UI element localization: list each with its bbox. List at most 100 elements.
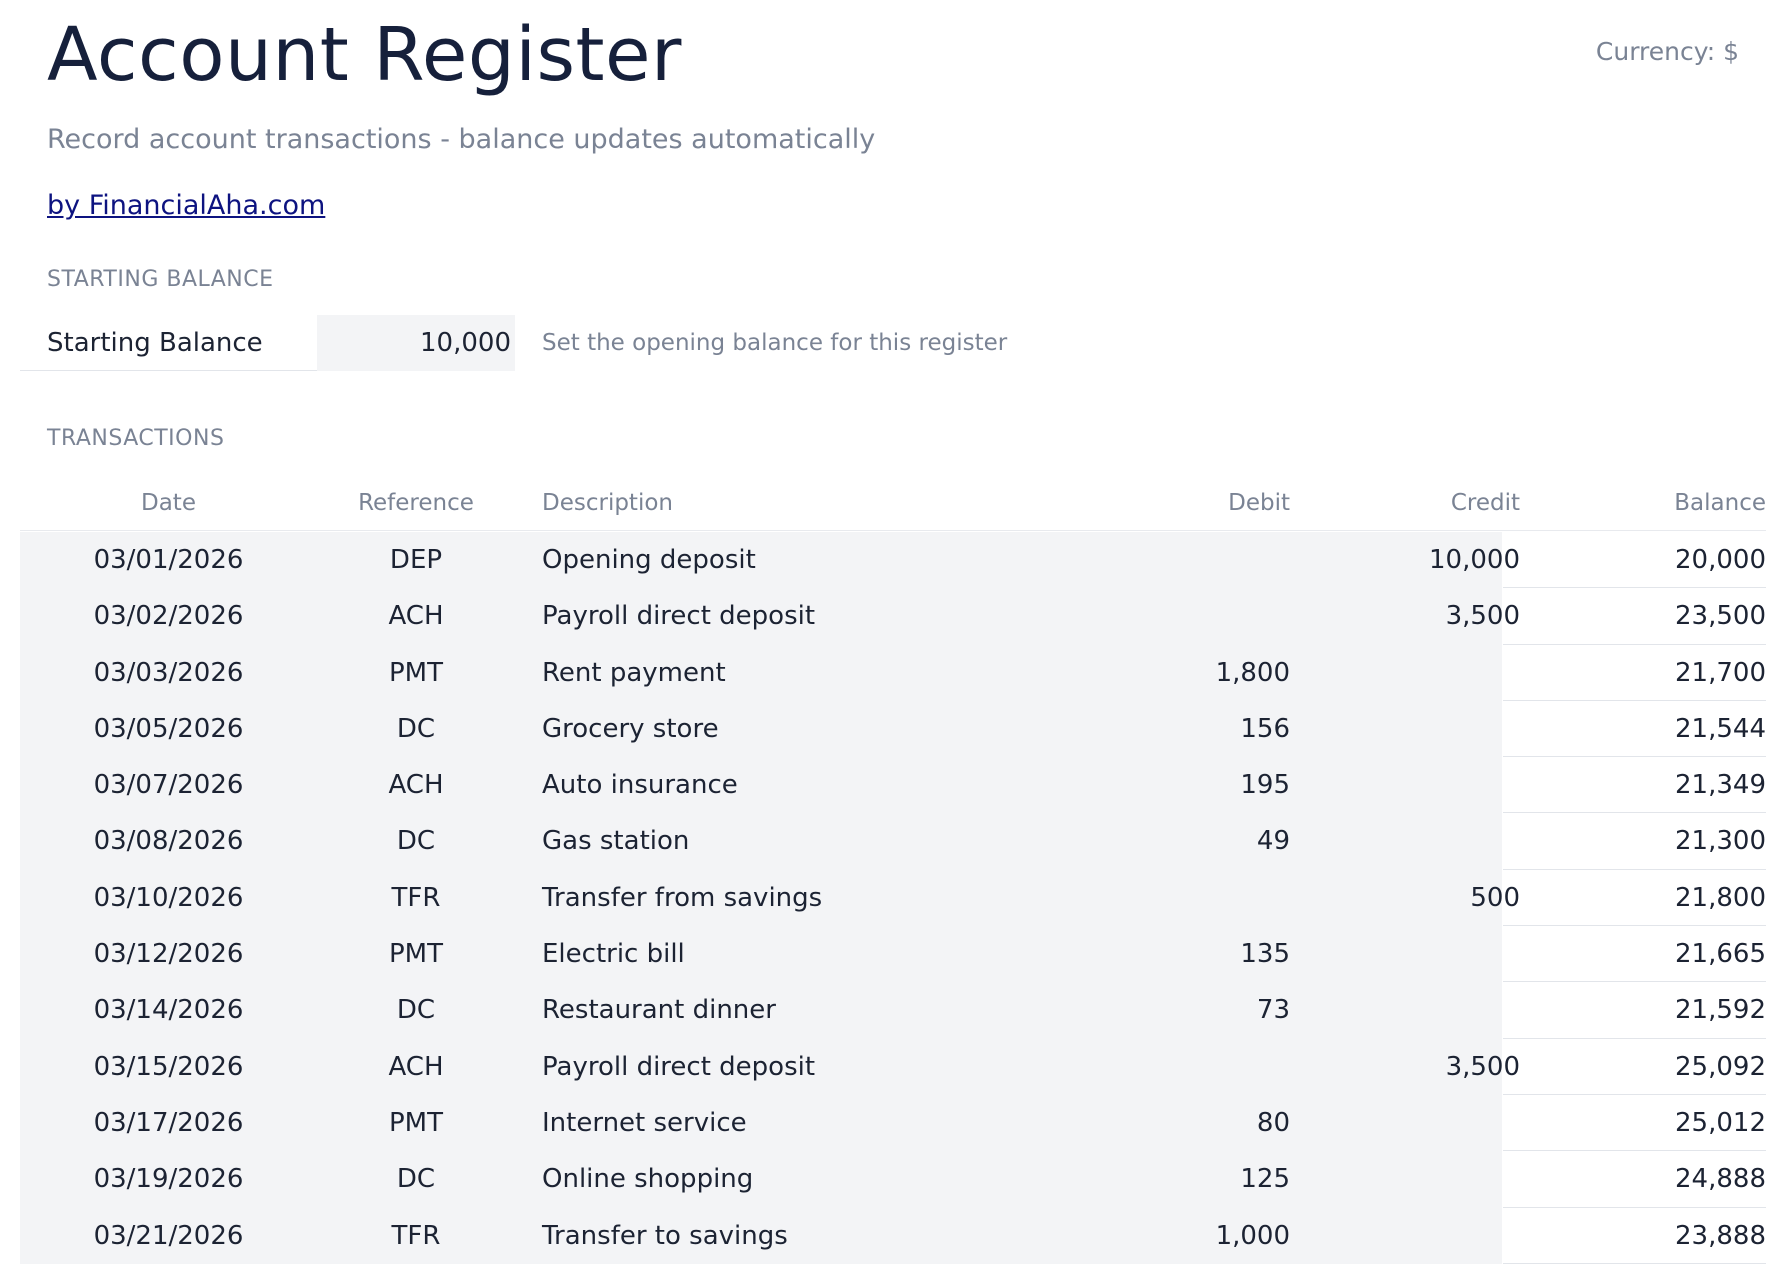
credit-cell[interactable]: 3,500 (1290, 588, 1520, 644)
column-header-date: Date (141, 490, 196, 516)
column-header-reference: Reference (358, 490, 474, 516)
description-cell[interactable]: Payroll direct deposit (542, 1039, 815, 1095)
date-cell[interactable]: 03/17/2026 (20, 1095, 317, 1151)
credit-cell[interactable] (1290, 982, 1520, 1038)
table-row: 03/03/2026 PMT Rent payment 1,800 21,700 (20, 644, 1766, 701)
balance-cell: 21,592 (1503, 982, 1766, 1039)
credit-cell[interactable] (1290, 1208, 1520, 1264)
table-row: 03/19/2026 DC Online shopping 125 24,888 (20, 1151, 1766, 1208)
date-cell[interactable]: 03/08/2026 (20, 813, 317, 869)
description-cell[interactable]: Online shopping (542, 1151, 753, 1207)
table-row: 03/08/2026 DC Gas station 49 21,300 (20, 813, 1766, 870)
debit-cell[interactable]: 156 (1150, 701, 1290, 757)
reference-cell[interactable]: ACH (317, 1039, 515, 1095)
debit-cell[interactable]: 1,800 (1150, 645, 1290, 701)
reference-cell[interactable]: DC (317, 1151, 515, 1207)
description-cell[interactable]: Payroll direct deposit (542, 588, 815, 644)
description-cell[interactable]: Opening deposit (542, 532, 756, 588)
date-cell[interactable]: 03/10/2026 (20, 870, 317, 926)
financialaha-link[interactable]: by FinancialAha.com (47, 190, 325, 221)
date-cell[interactable]: 03/03/2026 (20, 645, 317, 701)
reference-cell[interactable]: ACH (317, 757, 515, 813)
debit-cell[interactable]: 125 (1150, 1151, 1290, 1207)
page-subtitle: Record account transactions - balance up… (47, 124, 876, 155)
reference-cell[interactable]: PMT (317, 1095, 515, 1151)
description-cell[interactable]: Grocery store (542, 701, 719, 757)
debit-cell[interactable] (1150, 532, 1290, 588)
reference-cell[interactable]: DEP (317, 532, 515, 588)
page-title: Account Register (47, 12, 682, 98)
balance-cell: 21,544 (1503, 701, 1766, 758)
description-cell[interactable]: Transfer to savings (542, 1208, 788, 1264)
date-cell[interactable]: 03/02/2026 (20, 588, 317, 644)
date-cell[interactable]: 03/21/2026 (20, 1208, 317, 1264)
balance-cell: 21,349 (1503, 757, 1766, 814)
column-header-debit: Debit (1228, 490, 1290, 516)
debit-cell[interactable]: 135 (1150, 926, 1290, 982)
date-cell[interactable]: 03/19/2026 (20, 1151, 317, 1207)
credit-cell[interactable] (1290, 701, 1520, 757)
balance-cell: 21,665 (1503, 926, 1766, 983)
balance-cell: 23,888 (1503, 1208, 1766, 1264)
date-cell[interactable]: 03/05/2026 (20, 701, 317, 757)
credit-cell[interactable]: 500 (1290, 870, 1520, 926)
credit-cell[interactable]: 3,500 (1290, 1039, 1520, 1095)
transactions-section-label: TRANSACTIONS (47, 426, 225, 451)
table-row: 03/02/2026 ACH Payroll direct deposit 3,500… (20, 588, 1766, 645)
starting-balance-input[interactable] (317, 315, 515, 371)
description-cell[interactable]: Rent payment (542, 645, 726, 701)
date-cell[interactable]: 03/14/2026 (20, 982, 317, 1038)
reference-cell[interactable]: PMT (317, 926, 515, 982)
reference-cell[interactable]: DC (317, 982, 515, 1038)
table-row: 03/14/2026 DC Restaurant dinner 73 21,592 (20, 982, 1766, 1039)
date-cell[interactable]: 03/12/2026 (20, 926, 317, 982)
reference-cell[interactable]: TFR (317, 1208, 515, 1264)
debit-cell[interactable] (1150, 588, 1290, 644)
debit-cell[interactable] (1150, 1039, 1290, 1095)
table-row: 03/17/2026 PMT Internet service 80 25,012 (20, 1094, 1766, 1152)
debit-cell[interactable] (1150, 870, 1290, 926)
credit-cell[interactable] (1290, 645, 1520, 701)
debit-cell[interactable]: 195 (1150, 757, 1290, 813)
table-row: 03/15/2026 ACH Payroll direct deposit 3,500… (20, 1038, 1766, 1095)
credit-cell[interactable] (1290, 926, 1520, 982)
description-cell[interactable]: Internet service (542, 1095, 747, 1151)
balance-cell: 21,800 (1503, 870, 1766, 927)
balance-cell: 21,300 (1503, 813, 1766, 870)
description-cell[interactable]: Transfer from savings (542, 870, 822, 926)
debit-cell[interactable]: 49 (1150, 813, 1290, 869)
balance-cell: 20,000 (1503, 532, 1766, 589)
credit-cell[interactable]: 10,000 (1290, 532, 1520, 588)
transactions-table-body: 03/01/2026 DEP Opening deposit 10,000 20,000… (20, 532, 1766, 1264)
table-row: 03/01/2026 DEP Opening deposit 10,000 20,000 (20, 532, 1766, 589)
reference-cell[interactable]: DC (317, 701, 515, 757)
description-cell[interactable]: Auto insurance (542, 757, 738, 813)
table-row: 03/10/2026 TFR Transfer from savings 500 21,… (20, 869, 1766, 927)
credit-cell[interactable] (1290, 757, 1520, 813)
description-cell[interactable]: Gas station (542, 813, 689, 869)
balance-cell: 25,012 (1503, 1095, 1766, 1152)
credit-cell[interactable] (1290, 1151, 1520, 1207)
reference-cell[interactable]: PMT (317, 645, 515, 701)
debit-cell[interactable]: 80 (1150, 1095, 1290, 1151)
table-row: 03/21/2026 TFR Transfer to savings 1,000 23,… (20, 1207, 1766, 1264)
credit-cell[interactable] (1290, 1095, 1520, 1151)
date-cell[interactable]: 03/15/2026 (20, 1039, 317, 1095)
starting-balance-label: Starting Balance (20, 315, 317, 371)
starting-balance-hint: Set the opening balance for this registe… (542, 330, 1008, 356)
column-header-balance: Balance (1674, 490, 1766, 516)
debit-cell[interactable]: 1,000 (1150, 1208, 1290, 1264)
description-cell[interactable]: Restaurant dinner (542, 982, 776, 1038)
credit-cell[interactable] (1290, 813, 1520, 869)
reference-cell[interactable]: TFR (317, 870, 515, 926)
date-cell[interactable]: 03/07/2026 (20, 757, 317, 813)
description-cell[interactable]: Electric bill (542, 926, 685, 982)
transactions-table-header: Date Reference Description Debit Credit … (20, 475, 1766, 531)
currency-label: Currency: $ (1595, 37, 1739, 66)
reference-cell[interactable]: ACH (317, 588, 515, 644)
reference-cell[interactable]: DC (317, 813, 515, 869)
date-cell[interactable]: 03/01/2026 (20, 532, 317, 588)
column-header-credit: Credit (1450, 490, 1520, 516)
balance-cell: 21,700 (1503, 645, 1766, 701)
debit-cell[interactable]: 73 (1150, 982, 1290, 1038)
